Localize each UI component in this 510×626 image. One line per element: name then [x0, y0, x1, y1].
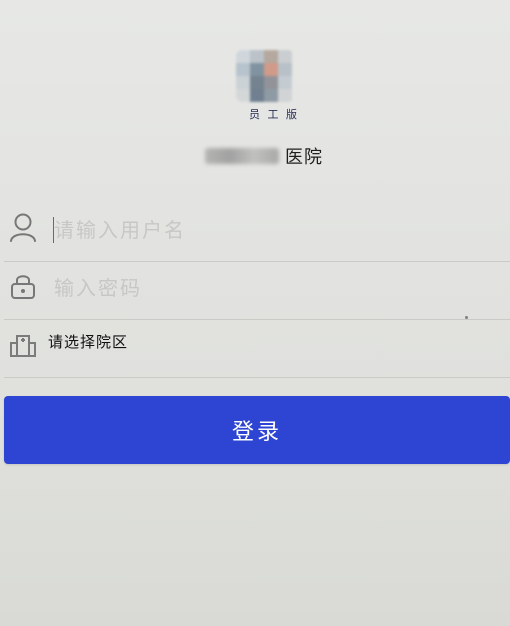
login-button[interactable]: 登录 — [4, 396, 510, 464]
user-icon — [8, 212, 38, 242]
lock-icon — [8, 271, 38, 301]
campus-select-label: 请选择院区 — [48, 333, 129, 351]
campus-select-row[interactable]: 请选择院区 — [0, 320, 510, 378]
app-logo — [232, 50, 296, 108]
hospital-name: 医院 — [285, 147, 323, 168]
password-input[interactable] — [54, 273, 414, 303]
logo-subtitle: 员 工 版 — [249, 108, 299, 121]
screen-spot — [465, 316, 468, 319]
building-icon — [8, 330, 38, 360]
username-input[interactable] — [54, 215, 414, 245]
redacted-hospital-prefix — [205, 148, 279, 164]
login-screen: 员 工 版 医院 请输入用户名 请选择院区 登录 — [0, 0, 510, 626]
password-row — [0, 262, 510, 320]
hospital-title: 医院 — [205, 142, 323, 170]
divider — [4, 377, 510, 378]
username-row — [0, 202, 510, 262]
blurred-logo-image — [236, 50, 294, 102]
